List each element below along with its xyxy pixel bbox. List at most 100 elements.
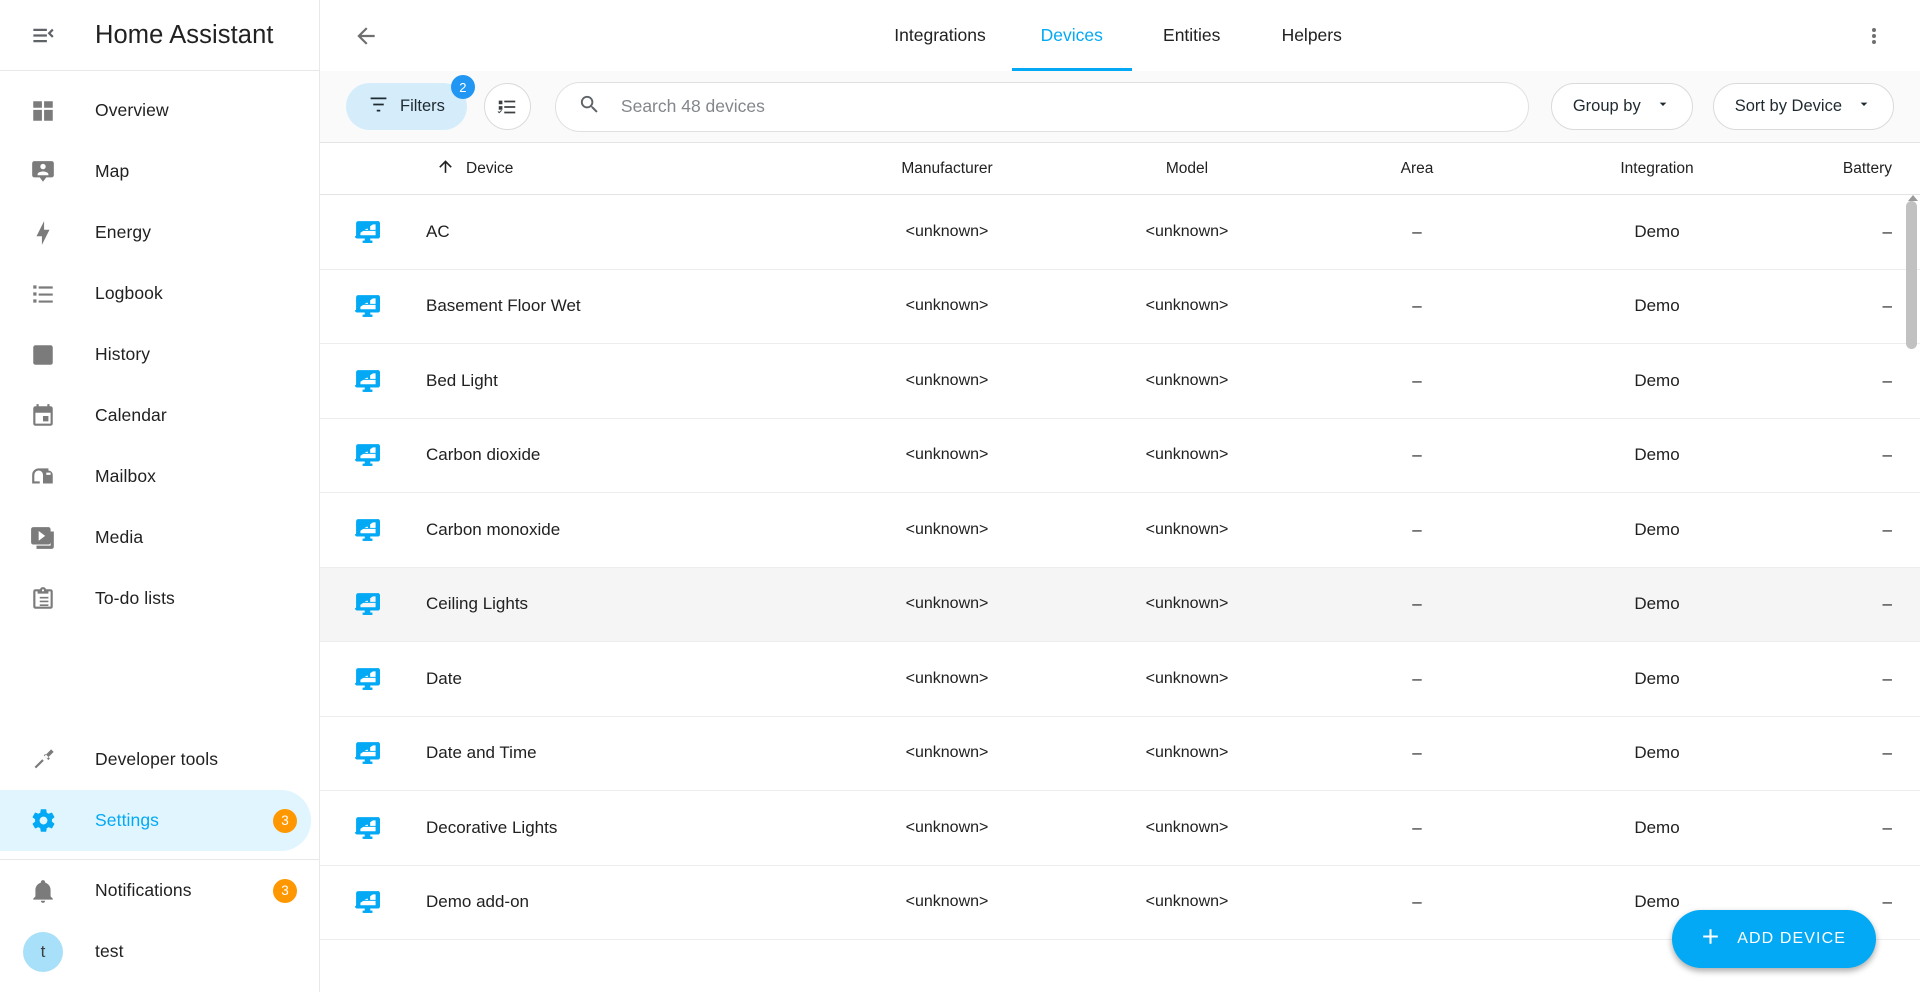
cell-manufacturer: <unknown> bbox=[905, 371, 989, 389]
clipboard-list-icon bbox=[14, 586, 72, 612]
arrow-up-icon bbox=[436, 157, 455, 181]
chevron-down-icon bbox=[1655, 96, 1671, 117]
device-monitor-dashboard-icon bbox=[355, 219, 381, 245]
tab-helpers[interactable]: Helpers bbox=[1252, 0, 1372, 71]
sidebar-item-label: Settings bbox=[95, 810, 160, 830]
cell-model: <unknown> bbox=[1145, 744, 1229, 762]
cell-model: <unknown> bbox=[1145, 595, 1229, 613]
map-marker-account-icon bbox=[14, 159, 72, 185]
cell-manufacturer: <unknown> bbox=[905, 744, 989, 762]
device-icon-cell bbox=[320, 219, 416, 245]
cell-battery: – bbox=[1882, 817, 1892, 837]
sidebar-item-todo-lists[interactable]: To-do lists bbox=[0, 568, 311, 629]
cell-manufacturer: <unknown> bbox=[905, 446, 989, 464]
cell-device: Carbon monoxide bbox=[426, 519, 561, 539]
column-header-device[interactable]: Device bbox=[416, 157, 822, 181]
cell-area: – bbox=[1412, 594, 1422, 614]
cell-integration: Demo bbox=[1634, 370, 1680, 390]
play-box-multiple-icon bbox=[14, 525, 72, 551]
lightning-bolt-icon bbox=[14, 220, 72, 246]
sidebar-item-settings[interactable]: Settings 3 bbox=[0, 790, 311, 851]
sidebar-item-mailbox[interactable]: Mailbox bbox=[0, 446, 311, 507]
devices-table: Device Manufacturer Model Area Integrati… bbox=[320, 143, 1920, 992]
search-box[interactable] bbox=[554, 81, 1529, 132]
tab-integrations[interactable]: Integrations bbox=[868, 0, 1011, 71]
cell-device: Ceiling Lights bbox=[426, 594, 529, 614]
cell-integration: Demo bbox=[1634, 296, 1680, 316]
column-header-label: Battery bbox=[1842, 159, 1892, 177]
scrollbar-thumb[interactable] bbox=[1906, 195, 1918, 349]
table-row[interactable]: Carbon monoxide <unknown> <unknown> – Demo – bbox=[320, 493, 1920, 568]
cell-area: – bbox=[1412, 668, 1422, 688]
cell-area: – bbox=[1412, 370, 1422, 390]
cell-model: <unknown> bbox=[1145, 297, 1229, 315]
mailbox-icon bbox=[14, 464, 72, 490]
cell-area: – bbox=[1412, 221, 1422, 241]
tab-bar: Integrations Devices Entities Helpers bbox=[320, 0, 1920, 71]
column-header-label: Model bbox=[1165, 159, 1209, 177]
sidebar-item-media[interactable]: Media bbox=[0, 507, 311, 568]
arrow-left-icon[interactable] bbox=[337, 7, 395, 65]
table-row[interactable]: AC <unknown> <unknown> – Demo – bbox=[320, 195, 1920, 270]
filters-badge: 2 bbox=[450, 75, 475, 99]
sidebar-item-notifications[interactable]: Notifications 3 bbox=[0, 860, 311, 921]
cell-model: <unknown> bbox=[1145, 520, 1229, 538]
tab-entities[interactable]: Entities bbox=[1132, 0, 1252, 71]
menu-collapse-icon[interactable] bbox=[14, 6, 72, 64]
dots-vertical-icon[interactable] bbox=[1845, 7, 1903, 65]
column-header-model[interactable]: Model bbox=[1072, 160, 1302, 178]
scrollbar-up-arrow[interactable] bbox=[1908, 195, 1918, 201]
filter-variant-icon bbox=[368, 94, 389, 120]
device-monitor-dashboard-icon bbox=[355, 740, 381, 766]
cell-device: Carbon dioxide bbox=[426, 445, 541, 465]
column-header-battery[interactable]: Battery bbox=[1782, 160, 1902, 178]
tab-devices[interactable]: Devices bbox=[1011, 0, 1132, 71]
sidebar-item-calendar[interactable]: Calendar bbox=[0, 385, 311, 446]
cell-device: AC bbox=[426, 221, 450, 241]
sidebar-item-user[interactable]: t test bbox=[0, 921, 311, 982]
device-icon-cell bbox=[320, 293, 416, 319]
cell-manufacturer: <unknown> bbox=[905, 669, 989, 687]
sidebar-item-map[interactable]: Map bbox=[0, 141, 311, 202]
cell-model: <unknown> bbox=[1145, 446, 1229, 464]
device-monitor-dashboard-icon bbox=[355, 666, 381, 692]
table-row[interactable]: Ceiling Lights <unknown> <unknown> – Demo – bbox=[320, 567, 1920, 642]
sidebar-item-developer-tools[interactable]: Developer tools bbox=[0, 729, 311, 790]
table-row[interactable]: Basement Floor Wet <unknown> <unknown> – Dem… bbox=[320, 269, 1920, 344]
table-column-settings-icon[interactable] bbox=[483, 83, 531, 130]
cell-device: Bed Light bbox=[426, 370, 498, 390]
device-monitor-dashboard-icon bbox=[355, 368, 381, 394]
status-badge: 3 bbox=[273, 878, 297, 903]
filters-button[interactable]: Filters 2 bbox=[346, 75, 475, 130]
cell-model: <unknown> bbox=[1145, 893, 1229, 911]
cell-integration: Demo bbox=[1634, 594, 1680, 614]
chart-box-icon bbox=[14, 342, 72, 368]
view-dashboard-icon bbox=[14, 98, 72, 124]
sidebar-item-label: Developer tools bbox=[95, 749, 219, 769]
sort-by-button[interactable]: Sort by Device bbox=[1712, 83, 1894, 130]
sidebar-item-energy[interactable]: Energy bbox=[0, 202, 311, 263]
column-header-manufacturer[interactable]: Manufacturer bbox=[822, 160, 1072, 178]
cell-area: – bbox=[1412, 519, 1422, 539]
device-icon-cell bbox=[320, 591, 416, 617]
sidebar-item-history[interactable]: History bbox=[0, 324, 311, 385]
add-device-button[interactable]: ADD DEVICE bbox=[1672, 910, 1876, 968]
table-header-row: Device Manufacturer Model Area Integrati… bbox=[320, 143, 1920, 195]
app-title: Home Assistant bbox=[95, 20, 274, 49]
table-row[interactable]: Bed Light <unknown> <unknown> – Demo – bbox=[320, 344, 1920, 419]
column-header-integration[interactable]: Integration bbox=[1532, 160, 1782, 178]
column-header-label: Device bbox=[466, 159, 514, 177]
table-row[interactable]: Date <unknown> <unknown> – Demo – bbox=[320, 642, 1920, 717]
cell-model: <unknown> bbox=[1145, 222, 1229, 240]
scrollbar[interactable] bbox=[1905, 195, 1918, 992]
column-header-area[interactable]: Area bbox=[1302, 160, 1532, 178]
group-by-button[interactable]: Group by bbox=[1550, 83, 1693, 130]
sidebar-item-logbook[interactable]: Logbook bbox=[0, 263, 311, 324]
sidebar-item-overview[interactable]: Overview bbox=[0, 80, 311, 141]
search-input[interactable] bbox=[620, 96, 1506, 117]
add-device-label: ADD DEVICE bbox=[1737, 930, 1846, 947]
table-row[interactable]: Date and Time <unknown> <unknown> – Demo – bbox=[320, 716, 1920, 791]
table-row[interactable]: Carbon dioxide <unknown> <unknown> – Demo – bbox=[320, 418, 1920, 493]
sidebar-item-label: Notifications bbox=[95, 880, 192, 900]
table-row[interactable]: Decorative Lights <unknown> <unknown> – Demo… bbox=[320, 791, 1920, 866]
